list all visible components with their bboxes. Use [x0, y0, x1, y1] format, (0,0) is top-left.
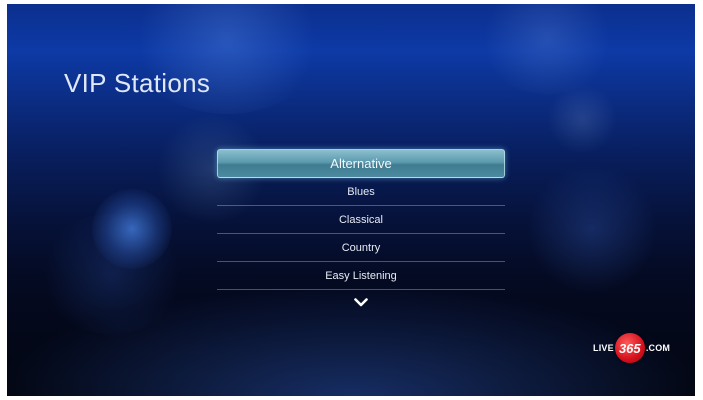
logo-text-right: .COM	[645, 343, 671, 353]
menu-item-alternative[interactable]: Alternative	[217, 149, 505, 178]
bokeh-light	[547, 84, 617, 154]
chevron-down-icon	[354, 297, 368, 306]
logo-badge: 365	[614, 333, 645, 363]
menu-item-easy-listening[interactable]: Easy Listening	[217, 263, 505, 290]
station-menu: Alternative Blues Classical Country Easy…	[217, 149, 505, 291]
live365-logo: LIVE 365 .COM	[593, 333, 670, 363]
bokeh-light	[527, 164, 657, 294]
bokeh-light	[477, 4, 617, 94]
logo-text-left: LIVE	[593, 343, 614, 353]
page-title: VIP Stations	[64, 68, 211, 98]
menu-item-country[interactable]: Country	[217, 235, 505, 262]
menu-item-classical[interactable]: Classical	[217, 207, 505, 234]
bokeh-light	[92, 189, 172, 269]
menu-item-blues[interactable]: Blues	[217, 179, 505, 206]
tv-screen: VIP Stations Alternative Blues Classical…	[7, 4, 695, 396]
scroll-down-button[interactable]	[349, 292, 373, 312]
bokeh-light	[37, 214, 187, 334]
